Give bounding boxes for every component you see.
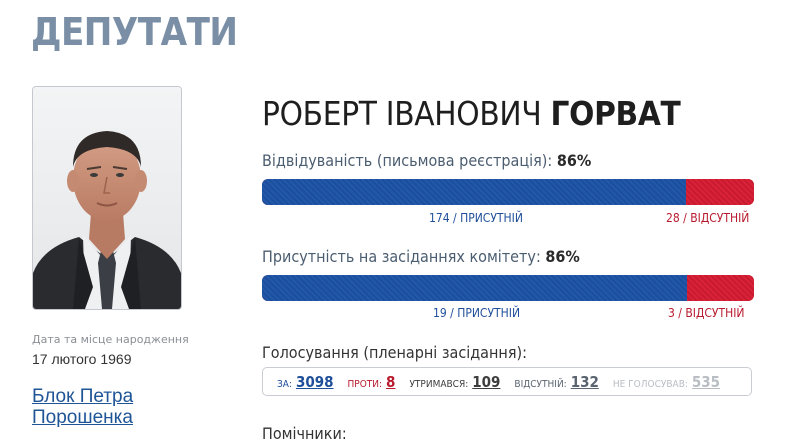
- assistants-title: Помічники:: [262, 424, 347, 443]
- vote-abstain-label: УТРИМАВСЯ:: [409, 378, 469, 390]
- attendance-written-label: Відвідуваність (письмова реєстрація): 86…: [262, 151, 591, 170]
- vote-for: ЗА: 3098: [277, 373, 334, 391]
- vote-against: ПРОТИ: 8: [348, 373, 396, 391]
- attendance-committee-bar: [262, 275, 754, 301]
- faction-link[interactable]: Блок Петра Порошенка: [32, 386, 182, 428]
- attendance-written-present-caption: 174 / ПРИСУТНІЙ: [429, 211, 523, 225]
- deputy-photo: [32, 86, 182, 310]
- vote-novote-link[interactable]: 535: [692, 373, 720, 391]
- vote-against-link[interactable]: 8: [386, 373, 395, 391]
- deputy-first-names: РОБЕРТ ІВАНОВИЧ: [262, 94, 542, 133]
- vote-abstain: УТРИМАВСЯ: 109: [409, 373, 500, 391]
- vote-abstain-link[interactable]: 109: [472, 373, 500, 391]
- attendance-committee-text: Присутність на засіданнях комітету:: [262, 247, 541, 266]
- attendance-written-bar: [262, 179, 754, 205]
- attendance-committee-present-segment: [262, 275, 688, 301]
- vote-against-label: ПРОТИ:: [347, 378, 383, 390]
- voting-title: Голосування (пленарні засідання):: [262, 343, 527, 362]
- vote-novote: НЕ ГОЛОСУВАВ: 535: [613, 373, 720, 391]
- birth-label: Дата та місце народження: [32, 333, 189, 346]
- vote-absent: ВІДСУТНІЙ: 132: [514, 373, 598, 391]
- attendance-written-absent-caption: 28 / ВІДСУТНІЙ: [666, 211, 750, 225]
- section-title: ДЕПУТАТИ: [31, 10, 238, 54]
- vote-for-label: ЗА:: [277, 378, 292, 390]
- vote-absent-label: ВІДСУТНІЙ:: [514, 378, 567, 390]
- attendance-committee-absent-segment: [687, 275, 754, 301]
- attendance-written-absent-segment: [685, 179, 754, 205]
- attendance-written-percent: 86%: [556, 151, 592, 170]
- attendance-committee-present-caption: 19 / ПРИСУТНІЙ: [433, 306, 521, 320]
- attendance-written-text: Відвідуваність (письмова реєстрація):: [262, 151, 553, 170]
- attendance-written-present-segment: [262, 179, 686, 205]
- deputy-last-name: ГОРВАТ: [550, 94, 681, 133]
- vote-novote-label: НЕ ГОЛОСУВАВ:: [612, 378, 688, 390]
- attendance-committee-absent-caption: 3 / ВІДСУТНІЙ: [668, 306, 745, 320]
- deputy-name: РОБЕРТ ІВАНОВИЧ ГОРВАТ: [262, 94, 681, 133]
- attendance-committee-label: Присутність на засіданнях комітету: 86%: [262, 247, 580, 266]
- vote-absent-link[interactable]: 132: [571, 373, 599, 391]
- birth-date: 17 лютого 1969: [32, 351, 132, 367]
- voting-summary: ЗА: 3098 ПРОТИ: 8 УТРИМАВСЯ: 109 ВІДСУТН…: [262, 367, 752, 396]
- attendance-committee-percent: 86%: [545, 247, 580, 266]
- vote-for-link[interactable]: 3098: [296, 373, 334, 391]
